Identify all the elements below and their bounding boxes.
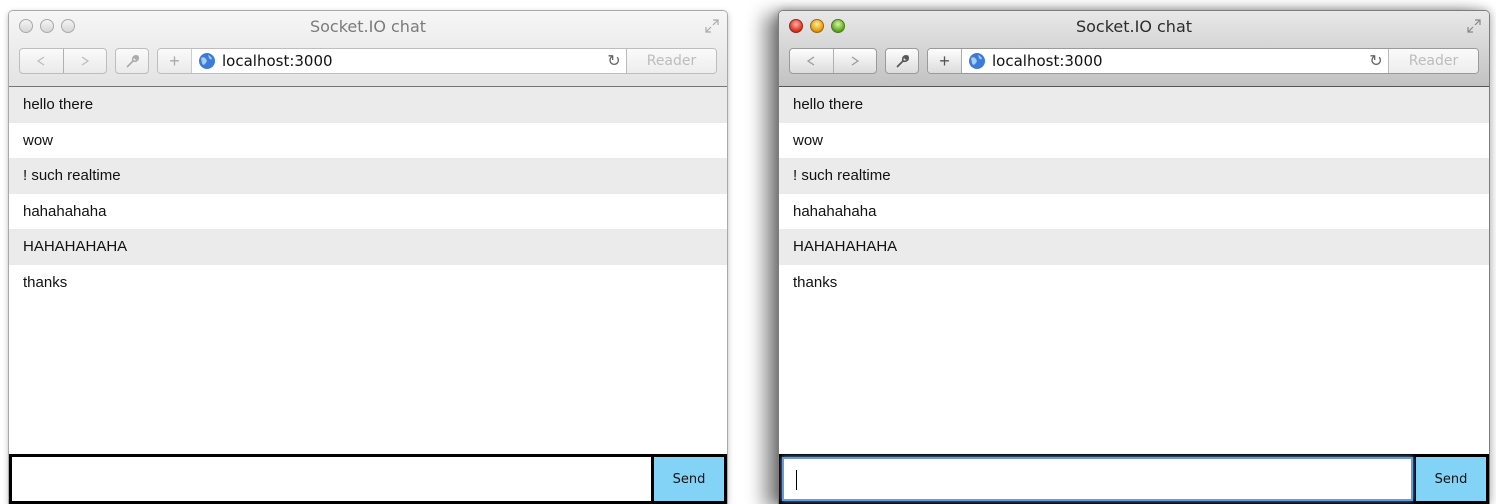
url-text[interactable]: localhost:3000: [992, 52, 1364, 70]
forward-arrow-icon: [81, 56, 89, 66]
address-bar[interactable]: + localhost:3000 ↻ Reader: [927, 48, 1479, 74]
message-item: wow: [23, 131, 54, 149]
message-input[interactable]: [782, 457, 1413, 501]
nav-buttons: [789, 48, 877, 74]
fullscreen-icon[interactable]: [1467, 19, 1481, 33]
address-bar[interactable]: + localhost:3000 ↻ Reader: [157, 48, 717, 74]
back-button[interactable]: [790, 49, 834, 73]
message-list: hello there wow ! such realtime hahahaha…: [779, 87, 1489, 300]
add-bookmark-button[interactable]: +: [158, 49, 192, 73]
message-input[interactable]: [12, 457, 651, 501]
settings-button[interactable]: [885, 48, 919, 74]
forward-button[interactable]: [834, 49, 877, 73]
back-button[interactable]: [20, 49, 64, 73]
globe-icon: [969, 53, 985, 69]
message-item: hahahahaha: [793, 202, 877, 220]
message-item: HAHAHAHAHA: [9, 229, 727, 265]
fullscreen-icon[interactable]: [705, 19, 719, 33]
forward-arrow-icon: [851, 56, 859, 66]
add-bookmark-button[interactable]: +: [928, 49, 962, 73]
reload-icon[interactable]: ↻: [602, 51, 626, 71]
reload-icon[interactable]: ↻: [1364, 51, 1388, 71]
message-item: hahahahaha: [23, 202, 107, 220]
back-arrow-icon: [807, 56, 815, 66]
message-item: thanks: [23, 273, 68, 291]
message-list: hello there wow ! such realtime hahahaha…: [9, 87, 727, 300]
plus-icon: +: [939, 50, 950, 71]
settings-button[interactable]: [115, 48, 149, 74]
reader-button[interactable]: Reader: [626, 49, 716, 73]
window-title: Socket.IO chat: [309, 17, 427, 36]
browser-toolbar: + localhost:3000 ↻ Reader: [789, 47, 1479, 75]
send-button[interactable]: Send: [1416, 457, 1486, 501]
message-item: wow: [793, 131, 824, 149]
title-bar: Socket.IO chat + localhost:3000 ↻ Reader: [9, 11, 727, 87]
send-button[interactable]: Send: [654, 457, 724, 501]
title-bar: Socket.IO chat + localhost:3000 ↻ Reader: [779, 11, 1489, 87]
back-arrow-icon: [37, 56, 45, 66]
message-item: hello there: [9, 87, 727, 123]
message-item: thanks: [793, 273, 838, 291]
nav-buttons: [19, 48, 107, 74]
wrench-icon: [126, 55, 139, 68]
message-item: hello there: [779, 87, 1489, 123]
url-text[interactable]: localhost:3000: [222, 52, 602, 70]
forward-button[interactable]: [64, 49, 107, 73]
message-item: ! such realtime: [9, 158, 727, 194]
browser-toolbar: + localhost:3000 ↻ Reader: [19, 47, 717, 75]
message-item: ! such realtime: [779, 158, 1489, 194]
message-form: Send: [779, 454, 1489, 504]
message-item: HAHAHAHAHA: [779, 229, 1489, 265]
browser-window-right: Socket.IO chat + localhost:3000 ↻ Reader…: [778, 10, 1490, 504]
wrench-icon: [896, 55, 909, 68]
message-form: Send: [9, 454, 727, 504]
text-caret: [796, 470, 797, 490]
window-title: Socket.IO chat: [1075, 17, 1193, 36]
reader-button[interactable]: Reader: [1388, 49, 1478, 73]
globe-icon: [199, 53, 215, 69]
plus-icon: +: [169, 50, 180, 71]
browser-window-left: Socket.IO chat + localhost:3000 ↻ Reader…: [8, 10, 728, 504]
